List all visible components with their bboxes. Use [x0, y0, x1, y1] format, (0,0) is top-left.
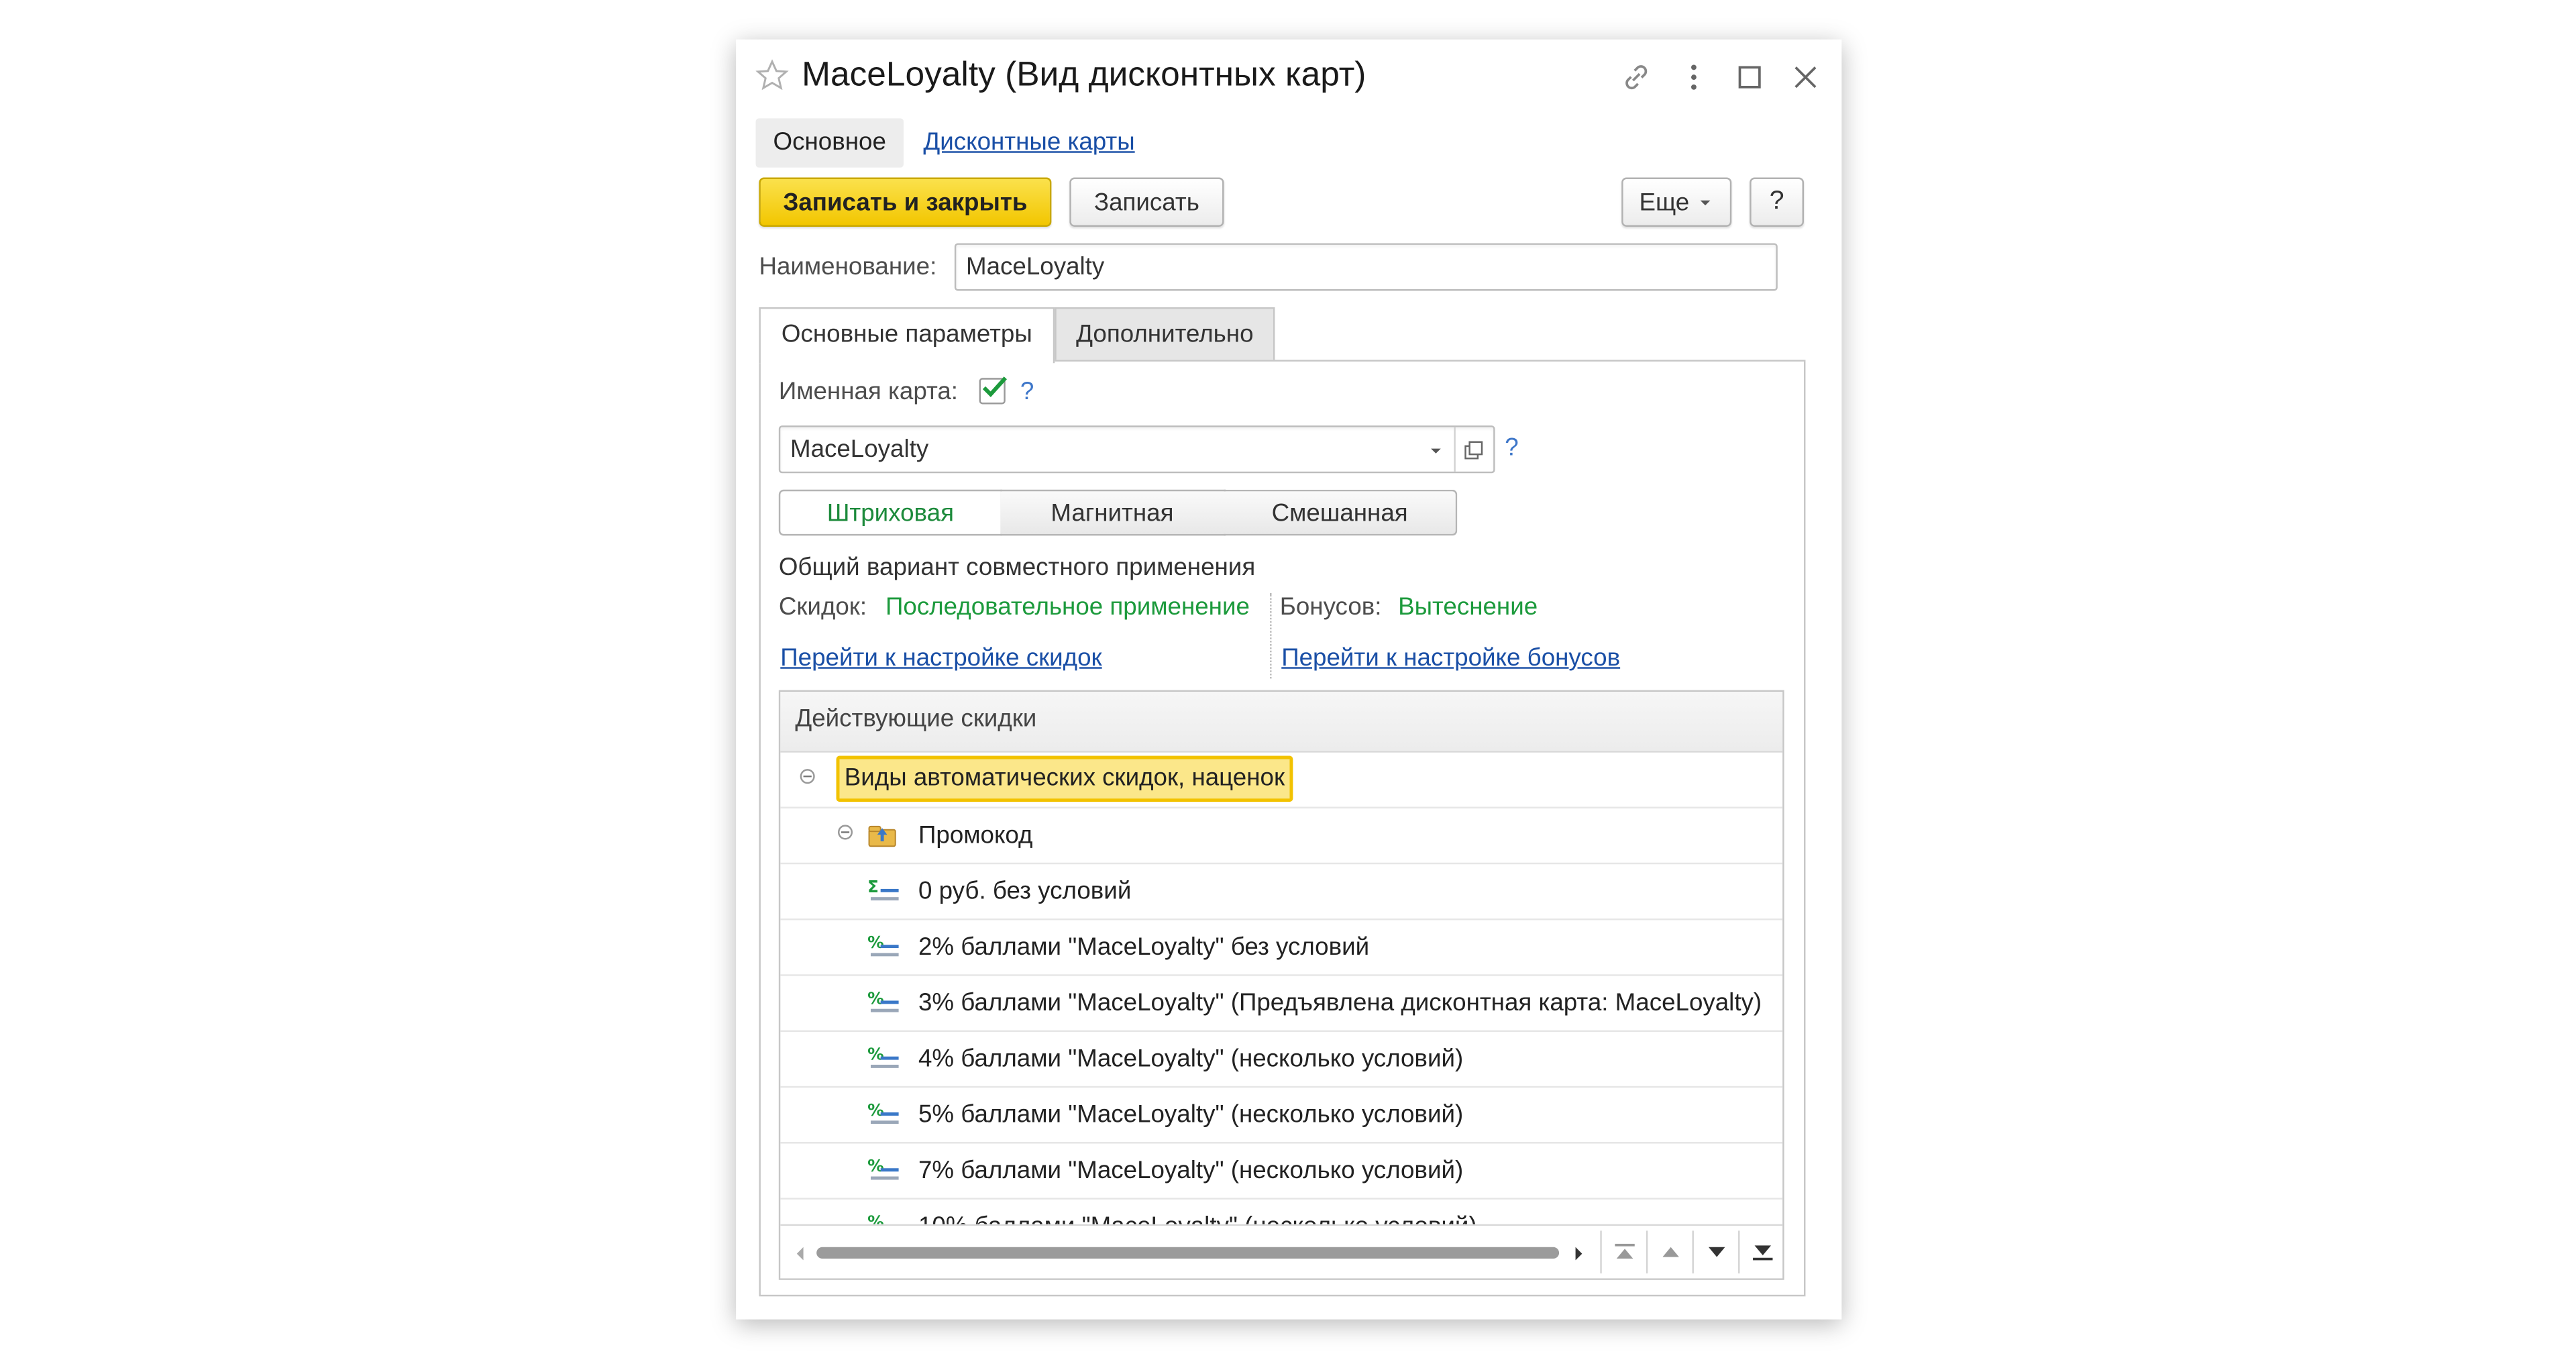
named-card-label: Именная карта: — [778, 378, 959, 406]
tab-additional[interactable]: Дополнительно — [1055, 307, 1275, 360]
discounts-label: Скидок: — [778, 593, 867, 621]
move-to-bottom-button[interactable] — [1738, 1230, 1782, 1273]
tab-main[interactable]: Основное — [755, 118, 904, 168]
row-label: Промокод — [918, 821, 1033, 850]
row-label: 4% баллами "MaceLoyalty" (несколько усло… — [918, 1045, 1464, 1073]
svg-text:%: % — [867, 1045, 884, 1064]
percent-discount-icon: % — [867, 1101, 899, 1124]
name-input[interactable]: MaceLoyalty — [954, 243, 1778, 291]
save-and-close-button[interactable]: Записать и закрыть — [759, 177, 1052, 227]
tab-basic-params[interactable]: Основные параметры — [759, 307, 1055, 364]
chevron-down-icon — [1701, 200, 1711, 206]
checkmark-icon — [982, 376, 1007, 398]
percent-discount-icon: % — [867, 989, 899, 1012]
favorite-star-icon[interactable] — [755, 59, 789, 92]
card-type-mixed[interactable]: Смешанная — [1224, 489, 1458, 536]
bonuses-value: Вытеснение — [1398, 593, 1538, 621]
collapse-icon[interactable] — [837, 825, 853, 840]
open-item-icon[interactable] — [1462, 439, 1485, 462]
row-label: 5% баллами "MaceLoyalty" (несколько усло… — [918, 1100, 1464, 1129]
row-label: 2% баллами "MaceLoyalty" без условий — [918, 933, 1370, 961]
window-title: MaceLoyalty (Вид дисконтных карт) — [802, 56, 1366, 94]
percent-discount-icon: % — [867, 933, 899, 957]
row-label: 7% баллами "MaceLoyalty" (несколько усло… — [918, 1157, 1464, 1185]
row-label: Виды автоматических скидок, наценок — [844, 764, 1285, 792]
sum-discount-icon: Σ — [867, 878, 899, 901]
percent-discount-icon: % — [867, 1045, 899, 1068]
table-row[interactable]: Виды автоматических скидок, наценок — [780, 753, 1783, 808]
bonuses-settings-link[interactable]: Перейти к настройке бонусов — [1281, 644, 1620, 672]
move-up-icon — [1662, 1247, 1678, 1257]
scroll-left-icon[interactable] — [794, 1245, 807, 1261]
active-discounts-table[interactable]: Действующие скидки Виды автоматических с… — [778, 690, 1784, 1280]
table-footer — [780, 1224, 1783, 1279]
svg-text:Σ: Σ — [867, 878, 879, 896]
discounts-settings-link[interactable]: Перейти к настройке скидок — [780, 644, 1102, 672]
move-to-top-button[interactable] — [1600, 1230, 1646, 1273]
maximize-icon[interactable] — [1731, 59, 1768, 95]
card-template-help-icon[interactable]: ? — [1505, 434, 1518, 462]
more-menu-icon[interactable] — [1676, 59, 1712, 95]
table-row[interactable]: Промокод — [780, 808, 1783, 865]
svg-text:%: % — [867, 989, 884, 1008]
move-up-button[interactable] — [1646, 1230, 1693, 1273]
discounts-value: Последовательное применение — [885, 593, 1250, 621]
tab-discount-cards[interactable]: Дисконтные карты — [923, 118, 1134, 167]
more-button-label: Еще — [1639, 188, 1690, 217]
percent-discount-icon: % — [867, 1157, 899, 1180]
row-highlight: Виды автоматических скидок, наценок — [836, 755, 1293, 802]
table-row[interactable]: % 4% баллами "MaceLoyalty" (несколько ус… — [780, 1032, 1783, 1088]
form-window: MaceLoyalty (Вид дисконтных карт) Основн… — [736, 39, 1842, 1320]
card-type-barcode[interactable]: Штриховая — [778, 489, 1002, 536]
row-label: 0 руб. без условий — [918, 877, 1132, 906]
scroll-right-icon[interactable] — [1572, 1245, 1586, 1261]
help-button[interactable]: ? — [1750, 177, 1805, 227]
move-down-icon — [1707, 1247, 1725, 1257]
svg-text:%: % — [867, 1101, 884, 1120]
folder-promo-icon — [868, 825, 896, 847]
move-down-button[interactable] — [1692, 1230, 1738, 1273]
table-row[interactable]: % 2% баллами "MaceLoyalty" без условий — [780, 920, 1783, 976]
named-card-checkbox[interactable] — [979, 376, 1007, 405]
collapse-icon[interactable] — [800, 769, 815, 784]
name-label: Наименование: — [759, 253, 937, 281]
combination-title: Общий вариант совместного применения — [778, 554, 1256, 582]
table-row[interactable]: % 7% баллами "MaceLoyalty" (несколько ус… — [780, 1144, 1783, 1200]
more-button[interactable]: Еще — [1621, 177, 1732, 227]
table-row[interactable]: % 5% баллами "MaceLoyalty" (несколько ус… — [780, 1088, 1783, 1144]
card-type-magnetic[interactable]: Магнитная — [1000, 489, 1226, 536]
name-input-value: MaceLoyalty — [966, 253, 1105, 281]
close-icon[interactable] — [1788, 59, 1824, 95]
bonuses-label: Бонусов: — [1279, 593, 1382, 621]
table-header: Действующие скидки — [780, 692, 1783, 753]
save-button[interactable]: Записать — [1069, 177, 1224, 227]
link-icon[interactable] — [1618, 59, 1654, 95]
dropdown-arrow-icon[interactable] — [1428, 442, 1444, 458]
move-bottom-icon — [1752, 1245, 1772, 1261]
table-row[interactable]: % 3% баллами "MaceLoyalty" (Предъявлена … — [780, 976, 1783, 1032]
horizontal-scrollbar[interactable] — [816, 1247, 1560, 1259]
row-label: 3% баллами "MaceLoyalty" (Предъявлена ди… — [918, 989, 1762, 1017]
svg-text:%: % — [867, 1157, 884, 1175]
named-card-help-icon[interactable]: ? — [1020, 378, 1034, 406]
card-template-select[interactable]: MaceLoyalty — [778, 425, 1495, 474]
move-top-icon — [1614, 1243, 1634, 1259]
svg-text:%: % — [867, 933, 884, 952]
card-template-value: MaceLoyalty — [790, 435, 929, 464]
column-separator — [1270, 593, 1272, 679]
table-row[interactable]: Σ 0 руб. без условий — [780, 864, 1783, 921]
